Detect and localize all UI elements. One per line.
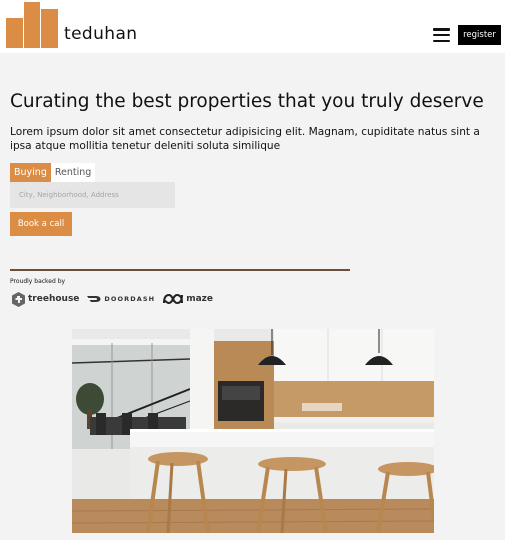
book-call-button[interactable]: Book a call <box>10 212 72 236</box>
backed-by-label: Proudly backed by <box>10 278 66 285</box>
backer-name: treehouse <box>28 294 80 304</box>
backer-logos: treehouse DOORDASH maze <box>12 290 213 308</box>
backer-name: maze <box>186 294 214 304</box>
kitchen-image <box>72 329 434 533</box>
logo-bar <box>41 9 59 48</box>
kitchen-photo <box>72 329 434 533</box>
menu-icon[interactable] <box>433 28 450 42</box>
search-tabs: Buying Renting <box>10 163 96 182</box>
tab-buying[interactable]: Buying <box>10 163 51 182</box>
logo-bar <box>6 18 23 48</box>
site-header: teduhan register <box>0 0 505 53</box>
maze-icon <box>163 294 184 304</box>
register-button[interactable]: register <box>458 25 501 45</box>
backer-name: DOORDASH <box>104 295 156 303</box>
brand-name[interactable]: teduhan <box>64 24 137 44</box>
backer-maze: maze <box>163 294 213 304</box>
tab-renting[interactable]: Renting <box>50 163 96 182</box>
search-input[interactable] <box>10 182 175 208</box>
logo[interactable] <box>6 2 59 48</box>
backer-treehouse: treehouse <box>12 291 80 307</box>
backer-doordash: DOORDASH <box>87 295 155 303</box>
hero-description: Lorem ipsum dolor sit amet consectetur a… <box>10 126 480 152</box>
divider <box>10 269 350 271</box>
treehouse-icon <box>12 291 25 307</box>
logo-bar <box>23 2 41 48</box>
doordash-icon <box>87 296 101 302</box>
hero-title: Curating the best properties that you tr… <box>10 91 484 112</box>
